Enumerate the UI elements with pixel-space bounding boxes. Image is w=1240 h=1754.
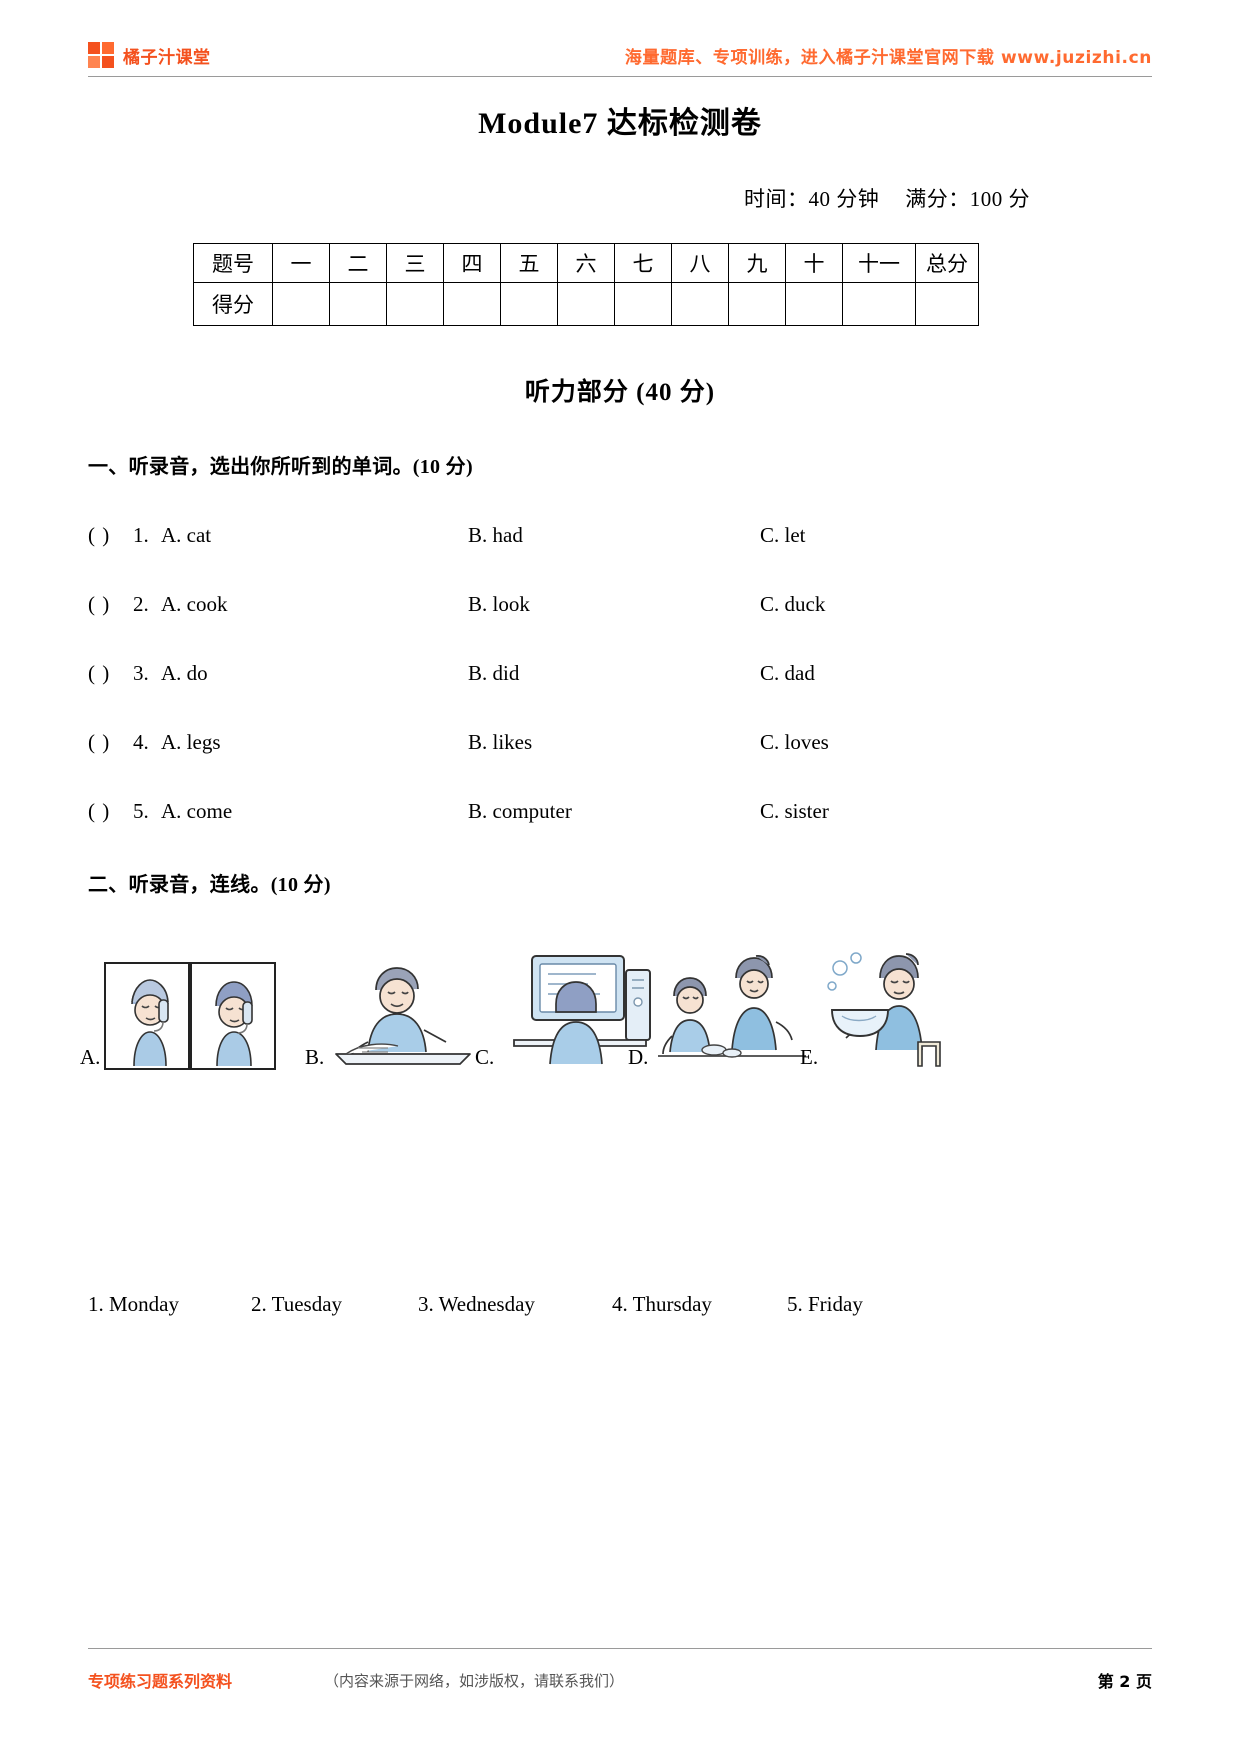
day-item-5[interactable]: 5. Friday (787, 1292, 863, 1317)
mc-number-2: 2. (133, 592, 149, 616)
score-cell-4[interactable] (443, 282, 501, 326)
two-people-on-phone-icon (104, 962, 277, 1070)
day-item-1[interactable]: 1. Monday (88, 1292, 179, 1317)
mc-row-2: ( ) 2. A. cook B. look C. duck (88, 592, 1088, 661)
picture-label-e: E. (800, 1045, 819, 1069)
mc-option-2c[interactable]: C. duck (760, 592, 825, 617)
mc-option-2a[interactable]: A. cook (161, 592, 228, 617)
mc-option-3b[interactable]: B. did (468, 661, 519, 686)
score-table-col-2: 二 (329, 243, 387, 283)
score-cell-6[interactable] (557, 282, 615, 326)
score-cell-9[interactable] (728, 282, 786, 326)
mc-option-2b[interactable]: B. look (468, 592, 530, 617)
answer-blank-2[interactable]: ( ) (88, 592, 110, 617)
picture-label-d: D. (628, 1045, 649, 1069)
worksheet-page: 橘子汁课堂 海量题库、专项训练，进入橘子汁课堂官网下载 www.juzizhi.… (0, 0, 1240, 1754)
mc-number-1: 1. (133, 523, 149, 547)
footer-divider (88, 1648, 1152, 1649)
question-1-choices: ( ) 1. A. cat B. had C. let ( ) 2. A. co… (88, 523, 1088, 868)
brand-name: 橘子汁课堂 (123, 47, 211, 68)
header-divider (88, 76, 1152, 77)
score-cell-1[interactable] (272, 282, 330, 326)
score-table: 题号 一 二 三 四 五 六 七 八 九 十 十一 总分 得分 (193, 243, 979, 326)
answer-blank-5[interactable]: ( ) (88, 799, 110, 824)
score-table-col-1: 一 (272, 243, 330, 283)
page-footer: 专项练习题系列资料 （内容来源于网络，如涉版权，请联系我们） 第 2 页 (88, 1660, 1152, 1700)
girl-washing-dishes-icon (827, 952, 941, 1067)
score-table-col-11: 十一 (842, 243, 916, 283)
boy-reading-at-desk-icon (335, 967, 472, 1065)
exam-time: 时间：40 分钟 (744, 187, 880, 211)
brand-block: 橘子汁课堂 (88, 42, 211, 68)
answer-blank-4[interactable]: ( ) (88, 730, 110, 755)
exam-full-score: 满分：100 分 (905, 187, 1030, 211)
question-2-pictures: A. B. C. D. E. (80, 945, 1160, 1070)
mc-option-4c[interactable]: C. loves (760, 730, 829, 755)
mc-row-4: ( ) 4. A. legs B. likes C. loves (88, 730, 1088, 799)
day-item-4[interactable]: 4. Thursday (612, 1292, 712, 1317)
picture-item-b: B. (305, 962, 478, 1070)
picture-item-d: D. (628, 952, 812, 1070)
footer-note: （内容来源于网络，如涉版权，请联系我们） (324, 1671, 625, 1690)
mc-option-1b[interactable]: B. had (468, 523, 523, 548)
mc-option-5b[interactable]: B. computer (468, 799, 572, 824)
score-table-col-10: 十 (785, 243, 843, 283)
score-table-row-label-1: 题号 (193, 243, 273, 283)
score-table-col-3: 三 (386, 243, 444, 283)
mc-option-3c[interactable]: C. dad (760, 661, 815, 686)
mc-number-5: 5. (133, 799, 149, 823)
score-table-col-7: 七 (614, 243, 672, 283)
juzizhi-logo-icon (88, 42, 114, 68)
score-cell-3[interactable] (386, 282, 444, 326)
score-cell-5[interactable] (500, 282, 558, 326)
exam-meta: 时间：40 分钟 满分：100 分 (744, 183, 1030, 213)
picture-label-b: B. (305, 1045, 325, 1069)
header-promo-text: 海量题库、专项训练，进入橘子汁课堂官网下载 www.juzizhi.cn (624, 47, 1152, 68)
score-table-col-total: 总分 (915, 243, 979, 283)
score-table-col-6: 六 (557, 243, 615, 283)
footer-page-number: 第 2 页 (1097, 1672, 1152, 1691)
score-cell-7[interactable] (614, 282, 672, 326)
day-item-3[interactable]: 3. Wednesday (418, 1292, 535, 1317)
picture-label-c: C. (475, 1045, 495, 1069)
score-cell-2[interactable] (329, 282, 387, 326)
footer-brand: 专项练习题系列资料 (88, 1672, 233, 1691)
picture-label-a: A. (80, 1045, 101, 1069)
mc-option-5a[interactable]: A. come (161, 799, 232, 824)
question-1-prompt: 一、听录音，选出你所听到的单词。(10 分) (88, 456, 473, 478)
mc-option-3a[interactable]: A. do (161, 661, 208, 686)
listening-section-heading: 听力部分 (40 分) (524, 379, 716, 406)
day-item-2[interactable]: 2. Tuesday (251, 1292, 342, 1317)
mc-option-1c[interactable]: C. let (760, 523, 806, 548)
score-table-col-4: 四 (443, 243, 501, 283)
score-table-entry-row: 得分 (193, 282, 979, 326)
page-header: 橘子汁课堂 海量题库、专项训练，进入橘子汁课堂官网下载 www.juzizhi.… (88, 34, 1152, 76)
score-table-col-8: 八 (671, 243, 729, 283)
picture-item-a: A. (80, 962, 277, 1070)
mc-option-4a[interactable]: A. legs (161, 730, 221, 755)
mc-row-3: ( ) 3. A. do B. did C. dad (88, 661, 1088, 730)
page-title: Module7 达标检测卷 (478, 107, 762, 140)
mc-option-1a[interactable]: A. cat (161, 523, 211, 548)
mc-number-3: 3. (133, 661, 149, 685)
score-table-header-row: 题号 一 二 三 四 五 六 七 八 九 十 十一 总分 (193, 243, 979, 283)
picture-item-e: E. (800, 948, 962, 1070)
mc-number-4: 4. (133, 730, 149, 754)
score-cell-11[interactable] (842, 282, 916, 326)
answer-blank-1[interactable]: ( ) (88, 523, 110, 548)
score-table-col-5: 五 (500, 243, 558, 283)
score-table-row-label-2: 得分 (193, 282, 273, 326)
mother-and-child-cleaning-icon (658, 955, 807, 1058)
mc-option-4b[interactable]: B. likes (468, 730, 532, 755)
score-cell-8[interactable] (671, 282, 729, 326)
mc-row-5: ( ) 5. A. come B. computer C. sister (88, 799, 1088, 868)
answer-blank-3[interactable]: ( ) (88, 661, 110, 686)
score-table-col-9: 九 (728, 243, 786, 283)
score-cell-total[interactable] (915, 282, 979, 326)
question-2-prompt: 二、听录音，连线。(10 分) (88, 874, 331, 896)
score-cell-10[interactable] (785, 282, 843, 326)
mc-row-1: ( ) 1. A. cat B. had C. let (88, 523, 1088, 592)
mc-option-5c[interactable]: C. sister (760, 799, 829, 824)
